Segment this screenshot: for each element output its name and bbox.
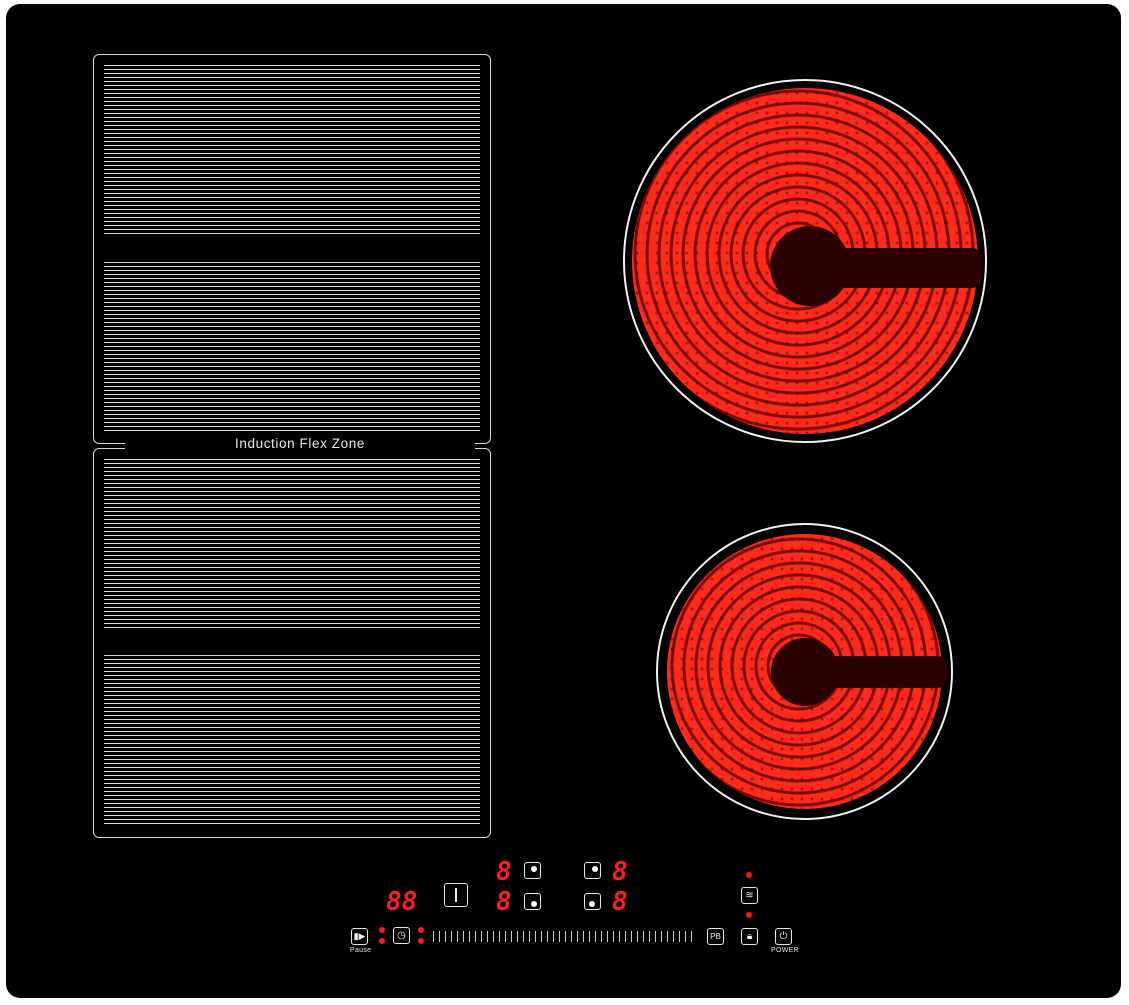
flex-zone-top-panel (93, 54, 491, 444)
zone-position-dot (592, 866, 598, 872)
front-right-burner (656, 523, 953, 820)
power-level-slider[interactable] (433, 931, 695, 942)
timer-display: 88 (386, 887, 418, 917)
flex-zone-label: Induction Flex Zone (125, 436, 475, 451)
keep-warm-led (746, 872, 752, 878)
zone-display-right-bottom: 8 (612, 887, 628, 917)
pause-indicator-led-top (379, 927, 385, 933)
pause-button[interactable]: ▮▶ (351, 928, 368, 945)
zone-select-front-right[interactable] (584, 893, 601, 910)
rear-right-heating-element (632, 88, 982, 434)
pause-label: Pause (350, 947, 372, 954)
timer-indicator-led-bottom (418, 938, 424, 944)
lock-icon: 🔒︎ (746, 931, 753, 942)
flex-zone-bottom-panel (93, 448, 491, 838)
flex-zone-bottom-coil-upper (104, 459, 480, 631)
front-right-heating-element (667, 534, 947, 809)
zone-select-rear-right[interactable] (584, 862, 601, 879)
front-right-element-lead (817, 656, 947, 688)
keep-warm-button[interactable]: ≋ (741, 887, 758, 904)
power-label: POWER (771, 947, 799, 954)
zone-select-front-left[interactable] (524, 893, 541, 910)
bridge-icon (455, 888, 457, 902)
clock-icon: ◷ (397, 930, 406, 941)
pb-label: PB (710, 932, 721, 941)
bridge-button[interactable] (444, 883, 468, 907)
keep-warm-icon: ≋ (745, 890, 754, 901)
pause-indicator-led-bottom (379, 938, 385, 944)
power-icon: ⏻ (779, 931, 788, 942)
lock-led (746, 912, 752, 918)
pause-play-icon: ▮▶ (353, 931, 366, 941)
flex-zone-top-coil-upper (104, 65, 480, 237)
power-button[interactable]: ⏻ (775, 928, 792, 945)
lock-button[interactable]: 🔒︎ (741, 928, 758, 945)
rear-right-burner (623, 79, 987, 443)
zone-position-dot (531, 866, 537, 872)
zone-select-rear-left[interactable] (524, 862, 541, 879)
zone-display-left-top: 8 (496, 857, 512, 887)
zone-position-dot (531, 901, 537, 907)
zone-position-dot (589, 901, 595, 907)
timer-indicator-led-top (418, 927, 424, 933)
flex-zone-bottom-coil-lower (104, 655, 480, 827)
zone-display-right-top: 8 (612, 857, 628, 887)
flex-zone-top-coil-lower (104, 262, 480, 434)
timer-button[interactable]: ◷ (393, 927, 410, 944)
power-boost-button[interactable]: PB (707, 928, 724, 945)
rear-right-element-lead (822, 248, 982, 288)
zone-display-left-bottom: 8 (496, 887, 512, 917)
